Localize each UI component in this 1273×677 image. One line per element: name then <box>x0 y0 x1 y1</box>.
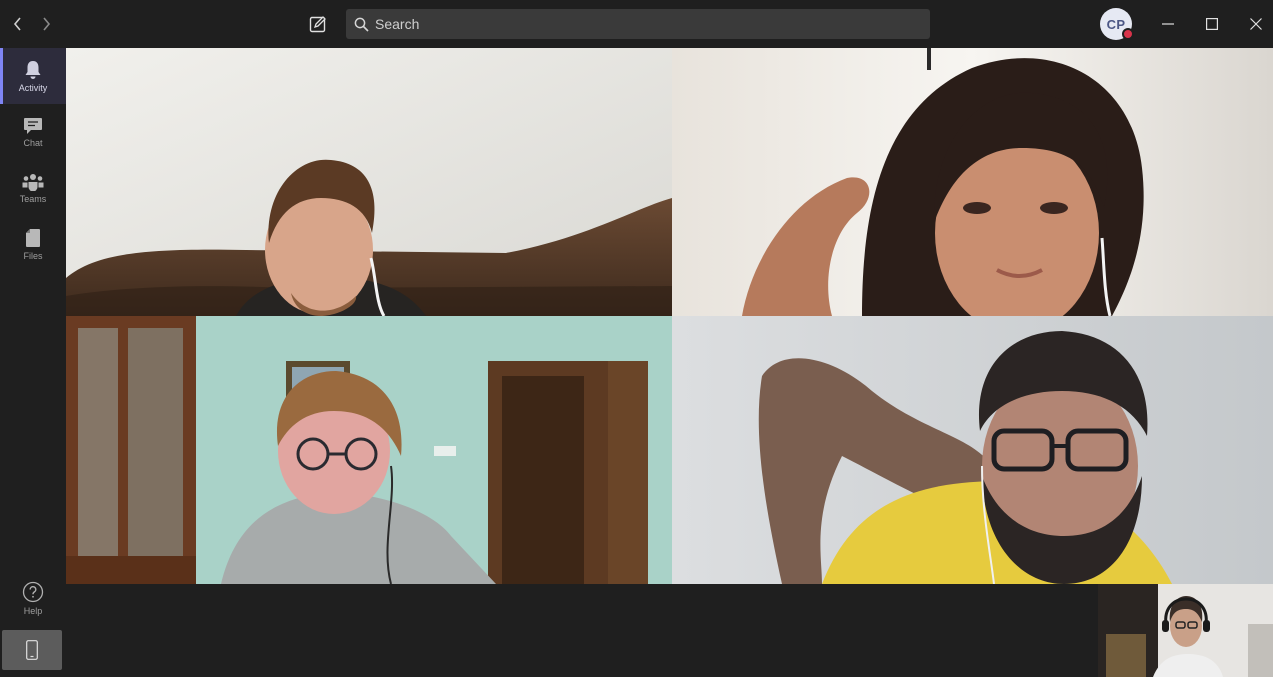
rail-item-activity[interactable]: Activity <box>0 48 66 104</box>
close-button[interactable] <box>1244 12 1268 36</box>
new-chat-button[interactable] <box>306 12 330 36</box>
search-icon <box>354 17 369 32</box>
close-icon <box>1250 18 1262 30</box>
participant-video-tile[interactable] <box>672 48 1273 316</box>
self-video <box>1098 584 1273 677</box>
search-input[interactable] <box>375 16 915 32</box>
rail-item-label: Teams <box>19 193 47 204</box>
maximize-icon <box>1206 18 1218 30</box>
search-box[interactable] <box>346 9 930 39</box>
rail-item-label: Activity <box>18 82 48 93</box>
presence-busy-indicator <box>1122 28 1134 40</box>
mobile-app-button[interactable] <box>2 630 62 670</box>
minimize-button[interactable] <box>1156 12 1180 36</box>
participant-video-tile[interactable] <box>66 316 672 584</box>
participant-video <box>66 316 672 584</box>
meeting-stage <box>66 48 1273 677</box>
rail-item-label: Chat <box>23 137 43 148</box>
help-button[interactable]: Help <box>0 570 66 626</box>
bell-icon <box>25 60 41 79</box>
participant-video <box>672 48 1273 316</box>
compose-icon <box>309 16 326 33</box>
forward-button[interactable] <box>36 12 56 36</box>
rail-item-teams[interactable]: Teams <box>0 160 66 216</box>
participant-video-tile[interactable] <box>66 48 672 316</box>
help-icon <box>22 581 44 602</box>
chat-icon <box>24 117 42 134</box>
minimize-icon <box>1162 23 1174 25</box>
teams-icon <box>22 173 44 191</box>
rail-item-chat[interactable]: Chat <box>0 104 66 160</box>
rail-item-label: Files <box>23 250 43 261</box>
file-icon <box>26 228 40 247</box>
app-rail: Activity Chat Teams Files Help <box>0 48 66 677</box>
maximize-button[interactable] <box>1200 12 1224 36</box>
chevron-left-icon <box>13 17 21 31</box>
self-view-tile[interactable] <box>1098 584 1273 677</box>
participant-video-tile[interactable] <box>672 316 1273 584</box>
back-button[interactable] <box>8 12 28 36</box>
participant-video <box>66 48 672 316</box>
rail-item-files[interactable]: Files <box>0 216 66 272</box>
help-label: Help <box>23 605 43 616</box>
title-bar: CP <box>0 0 1273 48</box>
chevron-right-icon <box>43 17 51 31</box>
participant-video <box>672 316 1273 584</box>
phone-icon <box>26 640 38 660</box>
